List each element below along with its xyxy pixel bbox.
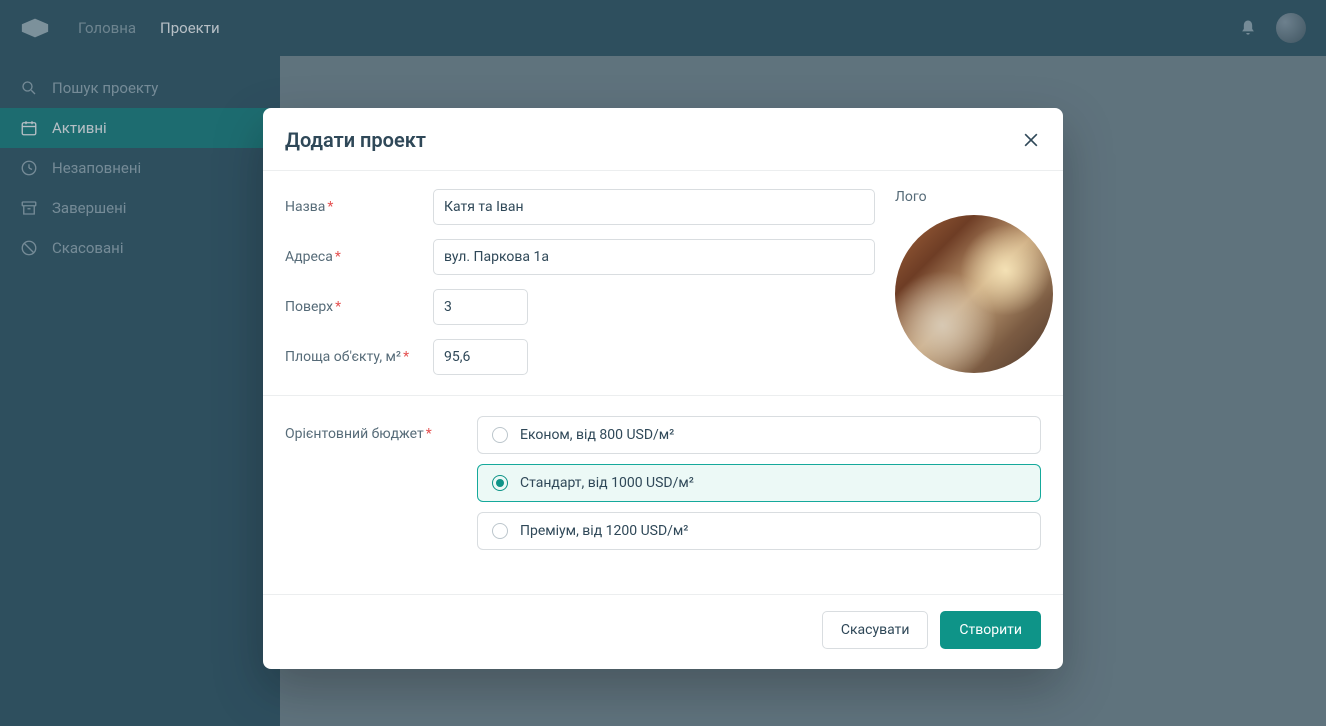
budget-option-label: Стандарт, від 1000 USD/м² (520, 475, 694, 491)
budget-option-label: Преміум, від 1200 USD/м² (520, 523, 688, 539)
radio-icon (492, 427, 508, 443)
label-budget: Орієнтовний бюджет* (285, 416, 433, 550)
divider (263, 395, 1063, 396)
close-icon[interactable] (1021, 130, 1041, 150)
modal-overlay: Додати проект Назва* Адреса* Поверх* (0, 0, 1326, 726)
radio-icon (492, 475, 508, 491)
cancel-button[interactable]: Скасувати (822, 611, 929, 649)
label-area: Площа об'єкту, м²* (285, 349, 433, 365)
budget-option-premium[interactable]: Преміум, від 1200 USD/м² (477, 512, 1041, 550)
logo-upload[interactable] (895, 215, 1053, 373)
budget-options: Економ, від 800 USD/м² Стандарт, від 100… (477, 416, 1041, 550)
add-project-modal: Додати проект Назва* Адреса* Поверх* (263, 108, 1063, 669)
label-floor: Поверх* (285, 299, 433, 315)
label-name: Назва* (285, 199, 433, 215)
address-input[interactable] (433, 239, 875, 275)
area-input[interactable] (433, 339, 528, 375)
label-logo: Лого (895, 189, 1053, 205)
budget-option-label: Економ, від 800 USD/м² (520, 427, 674, 443)
create-button[interactable]: Створити (940, 611, 1041, 649)
label-address: Адреса* (285, 249, 433, 265)
budget-option-economy[interactable]: Економ, від 800 USD/м² (477, 416, 1041, 454)
name-input[interactable] (433, 189, 875, 225)
floor-input[interactable] (433, 289, 528, 325)
radio-icon (492, 523, 508, 539)
budget-option-standard[interactable]: Стандарт, від 1000 USD/м² (477, 464, 1041, 502)
modal-title: Додати проект (285, 128, 426, 152)
